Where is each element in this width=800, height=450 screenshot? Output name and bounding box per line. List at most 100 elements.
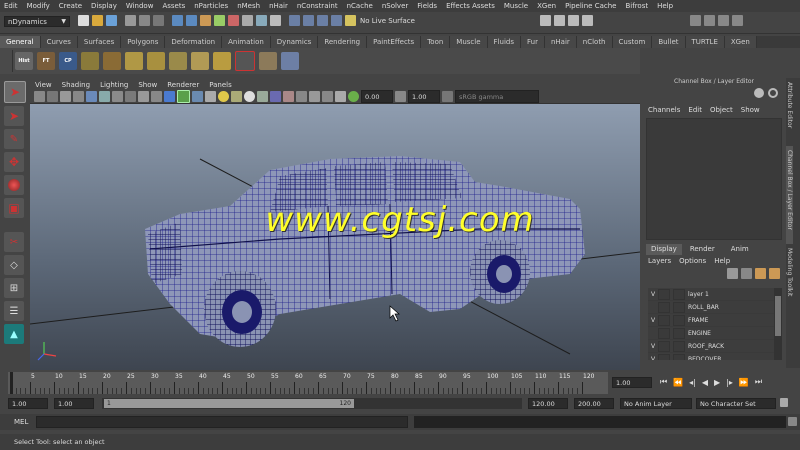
wireframe-icon[interactable] — [164, 91, 175, 102]
safe-action-icon[interactable] — [151, 91, 162, 102]
layer-type-toggle[interactable] — [673, 327, 685, 339]
new-layer-selected-icon[interactable] — [769, 267, 780, 279]
shelf-tab-dynamics[interactable]: Dynamics — [270, 36, 319, 48]
toggle-panel-icon[interactable] — [704, 15, 715, 26]
channel-box-icon[interactable] — [754, 88, 764, 98]
lights-icon[interactable] — [218, 91, 229, 102]
tab-modeling-toolkit[interactable]: Modeling Toolkit — [786, 244, 793, 312]
xray-icon[interactable] — [309, 91, 320, 102]
menu-edit[interactable]: Edit — [688, 106, 702, 114]
viewport-menu-panels[interactable]: Panels — [209, 81, 232, 89]
layer-playback-toggle[interactable] — [658, 288, 670, 300]
range-slider-bar[interactable]: 1 120 — [104, 399, 354, 408]
time-slider-track[interactable]: 5 10 15 20 25 30 35 40 45 50 55 60 65 70 75 80 85 90 95 100… — [8, 372, 608, 394]
field-chart-icon[interactable] — [138, 91, 149, 102]
scale-tool-icon[interactable]: ▣ — [4, 198, 24, 218]
depth-of-field-icon[interactable] — [283, 91, 294, 102]
shelf-tab-toon[interactable]: Toon — [421, 36, 451, 48]
render-icon[interactable] — [540, 15, 551, 26]
layer-visibility-toggle[interactable]: V — [648, 343, 658, 350]
shelf-tab-rendering[interactable]: Rendering — [318, 36, 368, 48]
shelf-cube-icon[interactable] — [81, 52, 99, 70]
menu-show[interactable]: Show — [741, 106, 760, 114]
anti-alias-icon[interactable] — [270, 91, 281, 102]
go-to-start-icon[interactable]: ⏮ — [660, 377, 667, 387]
gamma-icon[interactable] — [395, 91, 406, 102]
menu-edit[interactable]: Edit — [4, 2, 18, 10]
ipr-icon[interactable] — [554, 15, 565, 26]
anim-end-field[interactable]: 200.00 — [574, 398, 614, 409]
mask-icon[interactable] — [186, 15, 197, 26]
film-gate-icon[interactable] — [99, 91, 110, 102]
anim-start-field[interactable]: 1.00 — [8, 398, 48, 409]
xray-components-icon[interactable] — [335, 91, 346, 102]
menu-modify[interactable]: Modify — [27, 2, 50, 10]
layer-row[interactable]: ROLL_BAR — [648, 301, 774, 314]
menu-nconstraint[interactable]: nConstraint — [297, 2, 338, 10]
shelf-tab-turtle[interactable]: TURTLE — [685, 36, 725, 48]
new-scene-icon[interactable] — [78, 15, 89, 26]
shelf-tab-painteffects[interactable]: PaintEffects — [367, 36, 422, 48]
layer-playback-toggle[interactable] — [658, 353, 670, 360]
mask-icon[interactable] — [270, 15, 281, 26]
exposure-field[interactable]: 0.00 — [361, 90, 393, 103]
menu-help[interactable]: Help — [657, 2, 673, 10]
tab-attribute-editor[interactable]: Attribute Editor — [786, 78, 793, 146]
shelf-tab-xgen[interactable]: XGen — [724, 36, 757, 48]
menu-create[interactable]: Create — [59, 2, 82, 10]
layer-visibility-toggle[interactable]: V — [648, 356, 658, 361]
toggle-panel-icon[interactable] — [718, 15, 729, 26]
menu-fields[interactable]: Fields — [417, 2, 437, 10]
layer-type-toggle[interactable] — [673, 340, 685, 352]
exposure-icon[interactable] — [348, 91, 359, 102]
layer-row[interactable]: ENGINE — [648, 327, 774, 340]
xray-joints-icon[interactable] — [322, 91, 333, 102]
layer-scrollbar[interactable] — [774, 288, 782, 360]
shelf-tab-curves[interactable]: Curves — [40, 36, 78, 48]
layer-row[interactable]: V ROOF_RACK — [648, 340, 774, 353]
textured-icon[interactable] — [205, 91, 216, 102]
snap-grid-icon[interactable] — [289, 15, 300, 26]
shelf-tab-surfaces[interactable]: Surfaces — [77, 36, 122, 48]
shelf-tool-icon[interactable] — [213, 52, 231, 70]
shelf-hist-button[interactable]: Hist — [15, 52, 33, 70]
menu-nsolver[interactable]: nSolver — [382, 2, 408, 10]
menu-window[interactable]: Window — [126, 2, 154, 10]
resolution-gate-icon[interactable] — [112, 91, 123, 102]
menu-nmesh[interactable]: nMesh — [237, 2, 260, 10]
rotate-tool-icon[interactable] — [4, 175, 24, 195]
shelf-tab-bullet[interactable]: Bullet — [652, 36, 686, 48]
menu-muscle[interactable]: Muscle — [504, 2, 528, 10]
layer-type-toggle[interactable] — [673, 353, 685, 360]
auto-key-icon[interactable] — [780, 398, 788, 407]
gamma-field[interactable]: 1.00 — [408, 90, 440, 103]
layout-outliner-icon[interactable]: ☰ — [4, 301, 24, 321]
motion-blur-icon[interactable] — [257, 91, 268, 102]
last-tool-icon[interactable]: ✂ — [4, 232, 24, 252]
layer-row[interactable]: Vlayer 1 — [648, 288, 774, 301]
layer-icon[interactable] — [741, 267, 752, 279]
layer-playback-toggle[interactable] — [658, 314, 670, 326]
shelf-tool-icon[interactable] — [125, 52, 143, 70]
anim-layer-dropdown[interactable]: No Anim Layer — [620, 398, 692, 409]
layer-visibility-toggle[interactable]: V — [648, 291, 658, 298]
tab-display[interactable]: Display — [646, 244, 682, 255]
time-slider[interactable]: 5 10 15 20 25 30 35 40 45 50 55 60 65 70 75 80 85 90 95 100… — [0, 370, 800, 396]
menu-assets[interactable]: Assets — [162, 2, 185, 10]
wireframe-on-shaded-icon[interactable] — [192, 91, 203, 102]
layer-type-toggle[interactable] — [673, 314, 685, 326]
mask-icon[interactable] — [228, 15, 239, 26]
shelf-tab-nhair[interactable]: nHair — [544, 36, 577, 48]
move-tool-icon[interactable]: ✥ — [4, 152, 24, 172]
shelf-tool-icon[interactable] — [169, 52, 187, 70]
menu-layers[interactable]: Layers — [648, 257, 671, 265]
menu-bifrost[interactable]: Bifrost — [625, 2, 648, 10]
step-back-key-icon[interactable]: ⏪ — [673, 378, 683, 387]
menu-help[interactable]: Help — [714, 257, 730, 265]
tab-channel-box-layer-editor[interactable]: Channel Box / Layer Editor — [786, 146, 793, 244]
snap-point-icon[interactable] — [317, 15, 328, 26]
shelf-tool-icon[interactable] — [259, 52, 277, 70]
camera-attr-icon[interactable] — [47, 91, 58, 102]
layer-playback-toggle[interactable] — [658, 301, 670, 313]
current-frame-field[interactable]: 1.00 — [612, 377, 652, 388]
